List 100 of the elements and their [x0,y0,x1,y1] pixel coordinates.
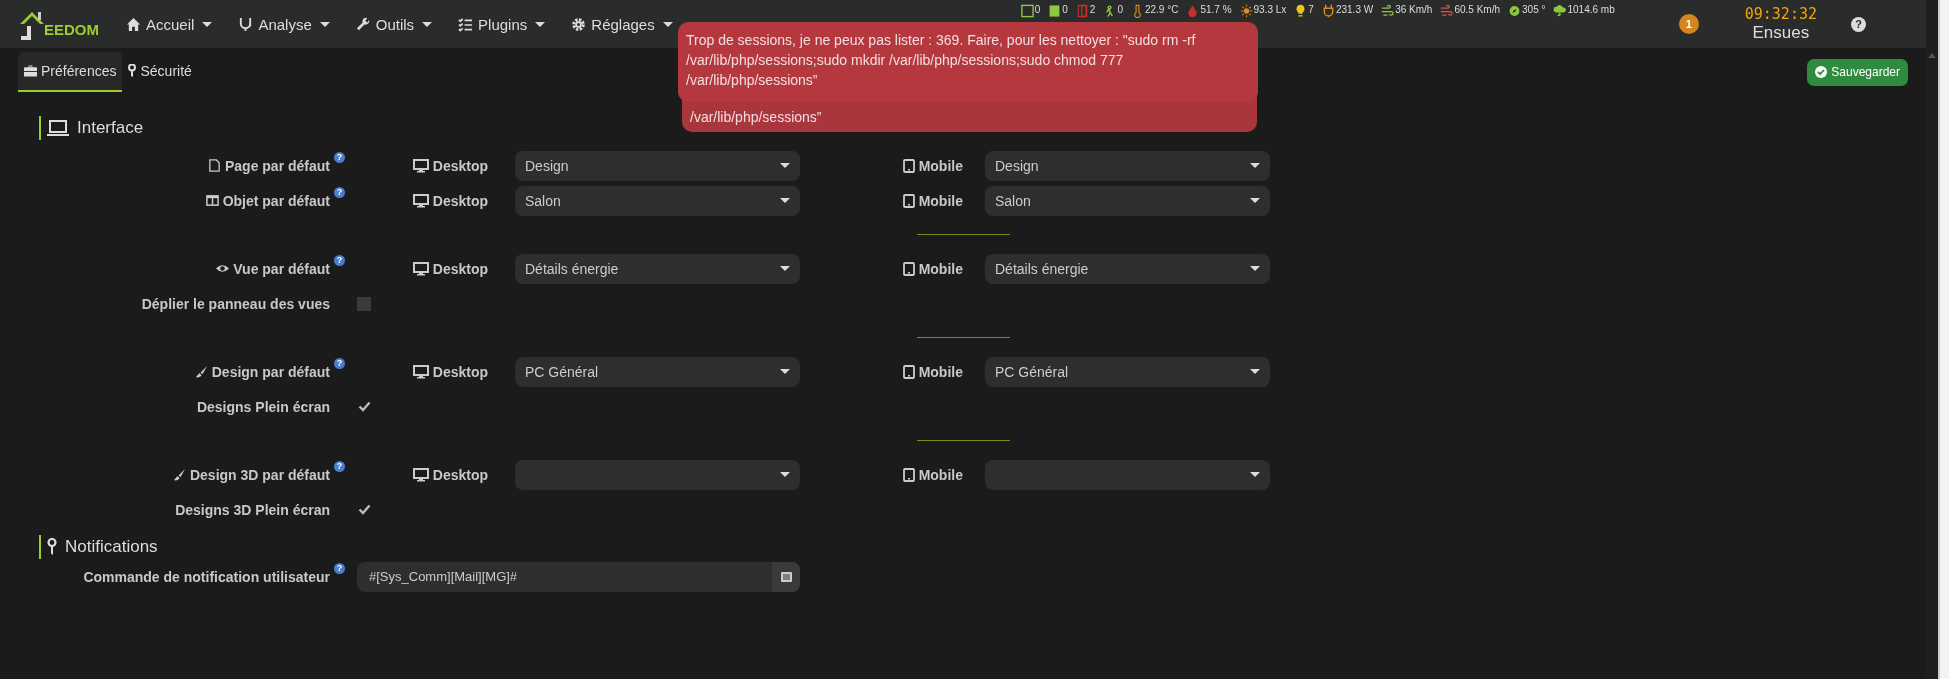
field-label: Page par défaut [224,157,330,174]
select-dropdown[interactable]: Salon [985,185,1270,216]
device-label: Desktop [432,260,488,277]
plug-icon [1321,4,1335,18]
wind-icon [1381,4,1395,18]
widget-value: 60.5 Km/h [1454,4,1500,15]
select-dropdown[interactable] [515,459,800,490]
nav-menu[interactable]: Accueil [126,15,213,33]
select-dropdown[interactable] [985,459,1270,490]
checkbox[interactable] [357,502,371,517]
jeedom-logo[interactable]: EEDOM [18,4,99,44]
widget-value: 22.9 °C [1144,4,1179,15]
caret-icon [780,198,790,203]
monitor-icon [412,467,429,482]
monitor-icon [412,193,429,208]
tablet-icon [902,467,915,482]
save-button[interactable]: Sauvegarder [1807,58,1908,86]
open-door-icon [1075,4,1089,18]
laptop-icon [47,119,69,137]
caret-icon [1250,266,1260,271]
droplet-icon [1186,4,1200,18]
door-icon [1048,4,1062,18]
tab[interactable]: Préférences [18,52,123,92]
field-label: Designs 3D Plein écran [175,501,330,518]
wrench-icon [355,16,371,32]
tablet-icon [902,364,915,379]
help-icon[interactable]: ? [334,460,345,472]
tablet-icon [902,193,915,208]
caret-icon [662,21,673,27]
help-icon[interactable]: ? [334,151,345,163]
caret-icon [1250,198,1260,203]
widget-value: 1014.6 mb [1567,4,1615,15]
widget-value: 0 [1117,4,1123,15]
monitor-icon [412,261,429,276]
widget-value: 7 [1308,4,1314,15]
device-label: Mobile [918,466,963,483]
caret-icon [780,163,790,168]
help-icon[interactable]: ? [334,254,345,266]
tablet-icon [902,261,915,276]
key-icon [47,538,57,556]
help-icon[interactable]: ? [334,186,345,198]
brush-icon [172,468,186,481]
field-label: Vue par défaut [233,260,330,277]
storm-cloud-icon [1553,4,1567,18]
tab[interactable]: Sécurité [122,52,198,92]
page-icon [207,159,221,172]
nav-menu[interactable]: Analyse [238,15,330,33]
caret-icon [780,369,790,374]
caret-icon [535,21,546,27]
checkbox[interactable] [357,399,371,414]
field-label: Design par défaut [211,363,330,380]
device-label: Mobile [918,363,963,380]
gear-icon [571,16,587,32]
help-icon[interactable]: ? [1851,16,1866,32]
widget-value: 0 [1062,4,1068,15]
field-label: Déplier le panneau des vues [141,295,330,312]
help-icon[interactable]: ? [334,562,345,574]
device-label: Mobile [918,260,963,277]
widget-value: 51.7 % [1200,4,1232,15]
field-label: Objet par défaut [222,192,330,209]
command-field[interactable]: #[Sys_Comm][Mail][MG]# [357,561,800,592]
help-icon[interactable]: ? [334,357,345,369]
key-icon [128,64,137,78]
select-dropdown[interactable]: Salon [515,185,800,216]
section-header: Interface [39,116,148,140]
checkbox[interactable] [357,296,371,311]
eye-icon [216,262,230,275]
select-dropdown[interactable]: PC Général [515,356,800,387]
select-dropdown[interactable]: Design [515,150,800,181]
select-dropdown[interactable]: Design [985,150,1270,181]
widget-value: 231.3 W [1335,4,1374,15]
widget-value: 93.3 Lx [1253,4,1287,15]
error-toast: Trop de sessions, je ne peux pas lister : 369. Faire, pour les nettoyer : "sudo rm -rf /var/lib/php/sessions;sudo mkdir /var/lib/php/sessions;sudo chmod 777 /var/lib/php/sessions” [678,22,1258,102]
widget-value: 0 [1034,4,1041,15]
device-label: Desktop [432,157,488,174]
list-icon [780,571,792,582]
widget-value: 305 ° [1522,4,1546,15]
check-circle-icon [1815,66,1828,78]
wind-icon [1440,4,1454,18]
compass-icon [1508,4,1521,18]
brush-icon [194,365,208,378]
nav-menu[interactable]: Outils [355,15,433,33]
columns-icon [205,194,219,207]
nav-menu[interactable]: Réglages [571,15,673,33]
monitor-icon [412,158,429,173]
section-header: Notifications [39,535,162,559]
caret-icon [1250,369,1260,374]
device-label: Mobile [918,157,963,174]
device-label: Desktop [432,466,488,483]
checklist-icon [458,16,474,32]
window-icon [1020,4,1034,18]
nav-menu[interactable]: Plugins [458,15,546,33]
select-dropdown[interactable]: PC Général [985,356,1270,387]
device-label: Mobile [918,192,963,209]
caret-icon [319,21,330,27]
select-dropdown[interactable]: Détails énergie [515,253,800,284]
field-label: Commande de notification utilisateur [83,568,330,585]
field-label: Design 3D par défaut [189,466,330,483]
list-button[interactable] [772,561,800,592]
select-dropdown[interactable]: Détails énergie [985,253,1270,284]
